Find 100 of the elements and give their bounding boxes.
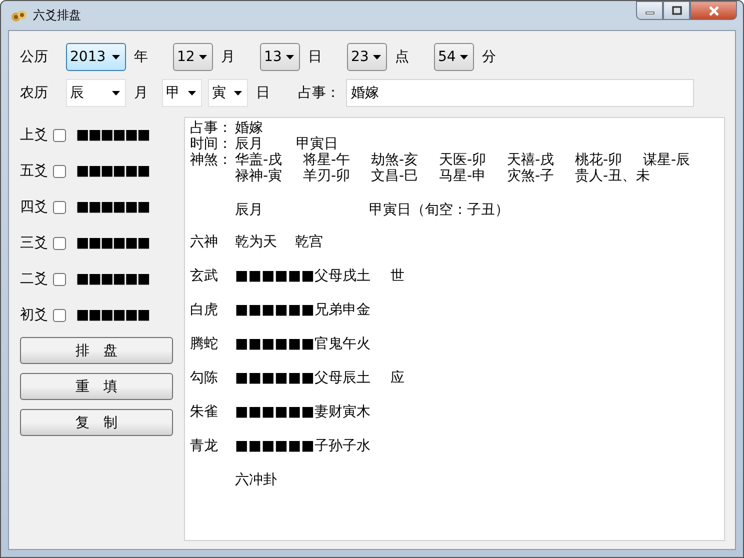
spirit-text: 玄武 (190, 267, 219, 285)
day-text: 甲寅日 (296, 136, 338, 152)
hexagram-name: 乾为天 (235, 233, 278, 251)
date-dropdown[interactable]: 23 (347, 43, 387, 71)
close-button[interactable] (690, 1, 737, 20)
line-label: 四爻 (20, 198, 49, 216)
minimize-button[interactable] (636, 1, 663, 20)
month-dropdown[interactable]: 辰 (66, 79, 126, 107)
line-label: 上爻 (20, 126, 49, 144)
window-title: 六爻排盘 (33, 7, 81, 24)
field-label: 时间： (190, 136, 233, 152)
close-icon (708, 6, 720, 16)
action-button[interactable]: 重 填 (20, 373, 173, 400)
matter-input-field[interactable]: 婚嫁 (346, 79, 694, 107)
line-symbol: ■■■■■■ (76, 127, 150, 143)
line-checkbox[interactable] (53, 272, 66, 286)
lunar-date-label: 农历 (20, 84, 49, 102)
palace-text: 乾宫 (295, 233, 323, 251)
date-dropdown[interactable]: 2013 (66, 43, 126, 71)
spirit-text: 青龙 (190, 437, 219, 455)
dropdown-arrow-icon (286, 54, 294, 60)
date-dropdown[interactable]: 54 (434, 43, 474, 71)
date-dropdown[interactable]: 12 (173, 43, 213, 71)
relation-text: 父母戌土 (314, 267, 372, 285)
unit-label: 月 (221, 48, 235, 66)
relation-text: 父母辰土 (314, 369, 372, 387)
branch-dropdown[interactable]: 寅 (208, 79, 248, 107)
shensha-text: 马星-申 (439, 168, 488, 184)
shensha-text: 将星-午 (303, 152, 352, 168)
line-symbol: ■■■■■■ (235, 370, 314, 386)
month-text: 辰月 (235, 202, 264, 218)
unit-label: 月 (134, 84, 148, 102)
field-label: 神煞： (190, 152, 233, 168)
spirit-text: 勾陈 (190, 369, 219, 387)
unit-label: 年 (134, 48, 148, 66)
line-symbol: ■■■■■■ (235, 404, 314, 420)
line-label: 五爻 (20, 162, 49, 180)
line-symbol: ■■■■■■ (235, 336, 314, 352)
shensha-text: 桃花-卯 (575, 152, 624, 168)
shensha-text: 谋星-辰 (643, 152, 692, 168)
maximize-button[interactable] (663, 1, 690, 20)
dropdown-arrow-icon (234, 90, 242, 96)
shensha-text: 华盖-戌 (235, 152, 284, 168)
line-symbol: ■■■■■■ (235, 268, 314, 284)
line-checkbox[interactable] (53, 164, 66, 178)
spirit-text: 腾蛇 (190, 335, 219, 353)
line-symbol: ■■■■■■ (235, 438, 314, 454)
relation-text: 妻财寅木 (314, 403, 372, 421)
shensha-text: 文昌-巳 (371, 168, 420, 184)
spirit-text: 朱雀 (190, 403, 219, 421)
matter-text: 婚嫁 (235, 120, 263, 136)
action-button[interactable]: 排 盘 (20, 337, 173, 364)
shensha-text: 天禧-戌 (507, 152, 556, 168)
dropdown-arrow-icon (112, 90, 120, 96)
shensha-text: 贵人-丑、未 (575, 168, 650, 184)
dropdown-arrow-icon (373, 54, 381, 60)
line-label: 初爻 (20, 306, 49, 324)
field-label: 占事： (190, 120, 233, 136)
maximize-icon (672, 6, 682, 15)
unit-label: 点 (395, 48, 409, 66)
line-symbol: ■■■■■■ (76, 271, 150, 287)
line-checkbox[interactable] (53, 200, 66, 214)
line-label: 三爻 (20, 234, 49, 252)
line-checkbox[interactable] (53, 308, 66, 322)
matter-label: 占事： (298, 84, 340, 102)
line-symbol: ■■■■■■ (76, 163, 150, 179)
shensha-text: 劫煞-亥 (371, 152, 420, 168)
month-text: 辰月 (235, 136, 264, 152)
stem-dropdown[interactable]: 甲 (162, 79, 202, 107)
date-dropdown[interactable]: 13 (260, 43, 300, 71)
line-label: 二爻 (20, 270, 49, 288)
dropdown-arrow-icon (188, 90, 196, 96)
dropdown-arrow-icon (460, 54, 468, 60)
day-text: 甲寅日（旬空：子丑） (369, 202, 509, 218)
dropdown-arrow-icon (199, 54, 207, 60)
shensha-text: 天医-卯 (439, 152, 488, 168)
position-mark: 世 (390, 267, 404, 285)
relation-text: 官鬼午火 (314, 335, 372, 353)
line-symbol: ■■■■■■ (76, 199, 150, 215)
dropdown-arrow-icon (112, 54, 120, 60)
solar-date-label: 公历 (20, 48, 49, 66)
shensha-text: 灾煞-子 (507, 168, 556, 184)
line-symbol: ■■■■■■ (76, 307, 150, 323)
unit-label: 分 (482, 48, 496, 66)
line-checkbox[interactable] (53, 128, 66, 142)
relation-text: 兄弟申金 (314, 301, 372, 319)
line-symbol: ■■■■■■ (76, 235, 150, 251)
unit-label: 日 (308, 48, 322, 66)
hexagram-type-text: 六冲卦 (235, 471, 277, 489)
relation-text: 子孙子水 (314, 437, 372, 455)
spirit-text: 白虎 (190, 301, 219, 319)
six-spirits-label: 六神 (190, 233, 219, 251)
action-button[interactable]: 复 制 (20, 409, 173, 436)
line-symbol: ■■■■■■ (235, 302, 314, 318)
unit-label: 日 (256, 84, 270, 102)
line-checkbox[interactable] (53, 236, 66, 250)
app-icon (11, 8, 27, 22)
shensha-text: 禄神-寅 (235, 168, 284, 184)
shensha-text: 羊刃-卯 (303, 168, 352, 184)
position-mark: 应 (390, 369, 404, 387)
